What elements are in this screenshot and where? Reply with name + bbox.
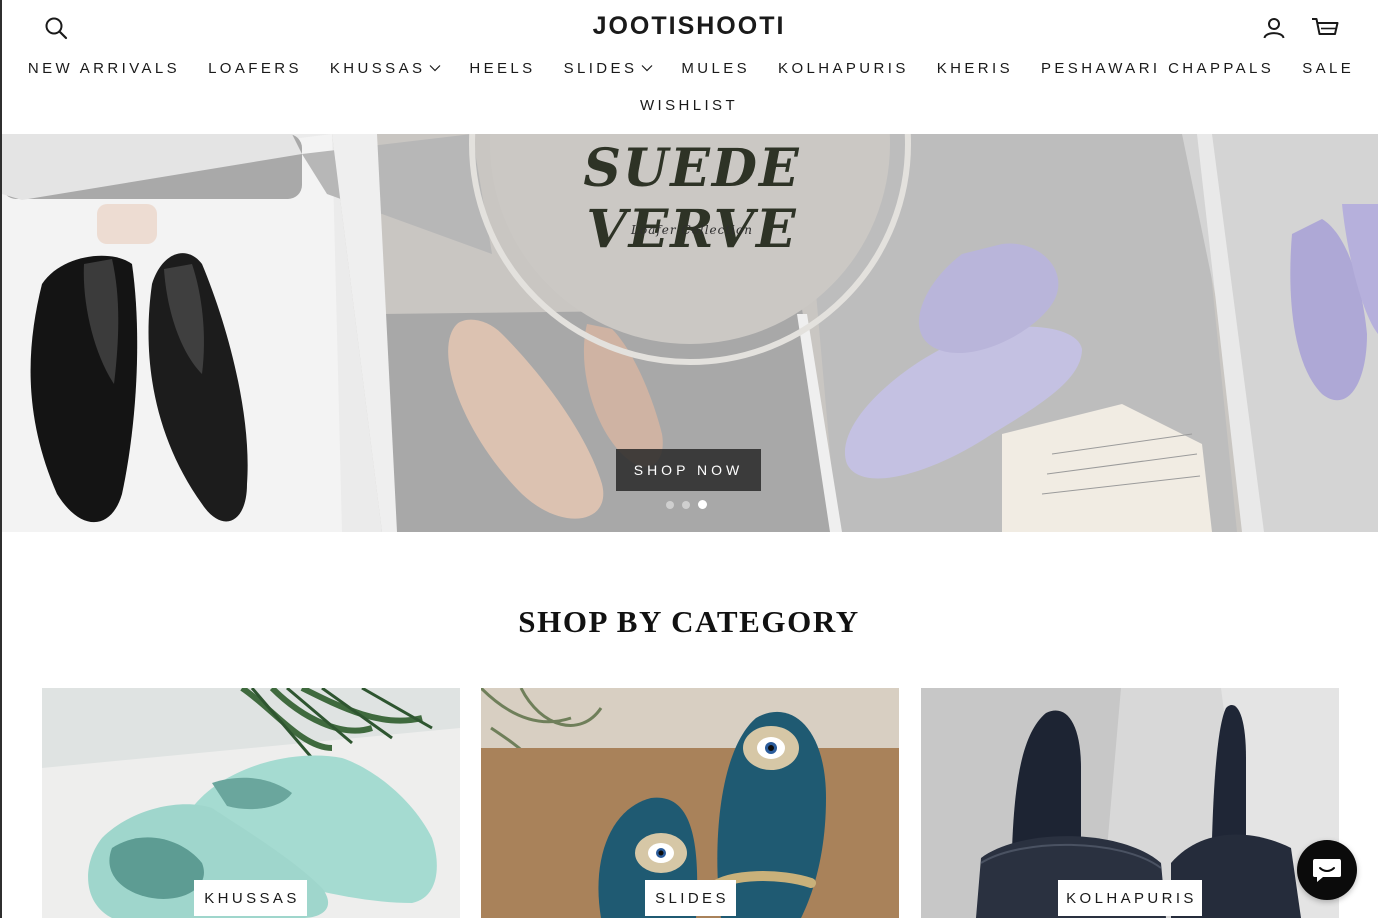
category-card-kolhapuris[interactable]: KOLHAPURIS xyxy=(921,688,1339,918)
secondary-nav: WISHLIST xyxy=(0,95,1378,115)
nav-item-loafers[interactable]: LOAFERS xyxy=(194,58,316,78)
window-left-edge xyxy=(0,0,2,918)
site-logo[interactable]: JOOTISHOOTI xyxy=(0,12,1378,41)
nav-item-peshawari-chappals[interactable]: PESHAWARI CHAPPALS xyxy=(1027,58,1288,78)
category-label[interactable]: KOLHAPURIS xyxy=(1058,880,1202,916)
nav-item-wishlist[interactable]: WISHLIST xyxy=(626,95,752,115)
nav-item-new-arrivals[interactable]: NEW ARRIVALS xyxy=(14,58,194,78)
category-label[interactable]: KHUSSAS xyxy=(194,880,307,916)
nav-label: WISHLIST xyxy=(639,96,739,114)
hero-subtitle: Loafer Collection xyxy=(631,223,753,237)
slide-indicators xyxy=(666,500,707,509)
chevron-down-icon xyxy=(641,64,653,72)
nav-label: KOLHAPURIS xyxy=(778,59,909,77)
user-icon xyxy=(1263,18,1285,39)
nav-item-kheris[interactable]: KHERIS xyxy=(923,58,1027,78)
hero-title: SUEDE VERVE xyxy=(583,138,801,260)
nav-label: SALE xyxy=(1302,59,1355,77)
nav-label: LOAFERS xyxy=(208,59,302,77)
slide-dot-3[interactable] xyxy=(698,500,707,509)
nav-item-heels[interactable]: HEELS xyxy=(455,58,549,78)
category-label[interactable]: SLIDES xyxy=(645,880,736,916)
site-header: JOOTISHOOTI NEW ARRIVALS LOAFERS KHUSSAS… xyxy=(0,0,1378,134)
category-card-khussas[interactable]: KHUSSAS xyxy=(42,688,460,918)
nav-label: KHERIS xyxy=(936,59,1013,77)
slide-dot-1[interactable] xyxy=(666,500,674,509)
nav-label: HEELS xyxy=(469,59,536,77)
nav-label: NEW ARRIVALS xyxy=(27,59,181,77)
nav-item-slides[interactable]: SLIDES xyxy=(550,58,668,78)
cart-icon xyxy=(1312,18,1339,35)
nav-item-kolhapuris[interactable]: KOLHAPURIS xyxy=(764,58,923,78)
category-heading: SHOP BY CATEGORY xyxy=(518,604,860,639)
cart-button[interactable] xyxy=(1308,12,1342,44)
nav-label: MULES xyxy=(681,59,751,77)
account-button[interactable] xyxy=(1258,12,1290,44)
chevron-down-icon xyxy=(429,64,441,72)
chat-icon xyxy=(1313,859,1341,882)
slide-dot-2[interactable] xyxy=(682,500,690,509)
hero-slideshow[interactable]: SUEDE VERVE Loafer Collection SHOP NOW xyxy=(2,134,1378,532)
nav-label: KHUSSAS xyxy=(329,59,426,77)
nav-item-mules[interactable]: MULES xyxy=(667,58,764,78)
chat-button[interactable] xyxy=(1297,840,1357,900)
main-nav: NEW ARRIVALS LOAFERS KHUSSAS HEELS SLIDE… xyxy=(0,58,1378,78)
nav-label: PESHAWARI CHAPPALS xyxy=(1041,59,1275,77)
shop-now-button[interactable]: SHOP NOW xyxy=(616,449,761,491)
nav-item-sale[interactable]: SALE xyxy=(1288,58,1368,78)
nav-label: SLIDES xyxy=(563,59,638,77)
category-card-slides[interactable]: SLIDES xyxy=(481,688,899,918)
nav-item-khussas[interactable]: KHUSSAS xyxy=(316,58,456,78)
